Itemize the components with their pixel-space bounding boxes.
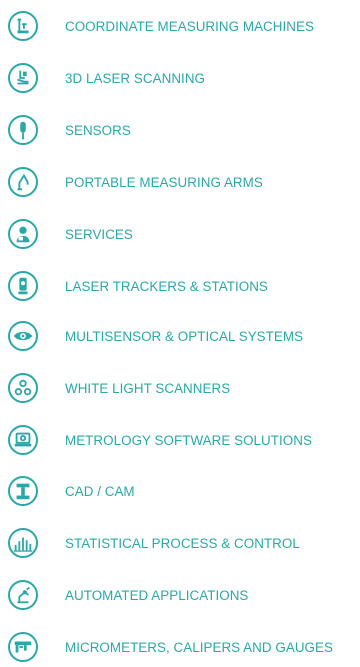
- menu-item-metrology-software-solutions[interactable]: METROLOGY SOFTWARE SOLUTIONS: [8, 420, 358, 460]
- menu-item-laser-trackers-stations[interactable]: LASER TRACKERS & STATIONS: [8, 266, 358, 306]
- menu-item-label: MULTISENSOR & OPTICAL SYSTEMS: [65, 328, 304, 344]
- menu-item-services[interactable]: SERVICES: [8, 214, 358, 254]
- measuring-arm-icon: [8, 167, 38, 197]
- menu-item-3d-laser-scanning[interactable]: 3D LASER SCANNING: [8, 58, 358, 98]
- menu-item-white-light-scanners[interactable]: WHITE LIGHT SCANNERS: [8, 368, 358, 408]
- menu-item-statistical-process-control[interactable]: STATISTICAL PROCESS & CONTROL: [8, 523, 358, 563]
- menu-item-label: MICROMETERS, CALIPERS AND GAUGES: [65, 639, 333, 655]
- menu-item-label: COORDINATE MEASURING MACHINES: [65, 18, 314, 34]
- robot-arm-icon: [8, 580, 38, 610]
- menu-item-label: SERVICES: [65, 226, 133, 242]
- menu-item-label: STATISTICAL PROCESS & CONTROL: [65, 535, 300, 551]
- laser-tracker-icon: [8, 271, 38, 301]
- service-person-icon: [8, 219, 38, 249]
- menu-item-label: PORTABLE MEASURING ARMS: [65, 174, 263, 190]
- three-circles-icon: [8, 373, 38, 403]
- menu-item-portable-measuring-arms[interactable]: PORTABLE MEASURING ARMS: [8, 162, 358, 202]
- cad-cam-icon: [8, 476, 38, 506]
- sensor-probe-icon: [8, 115, 38, 145]
- menu-item-label: 3D LASER SCANNING: [65, 70, 205, 86]
- menu-item-automated-applications[interactable]: AUTOMATED APPLICATIONS: [8, 575, 358, 615]
- menu-item-sensors[interactable]: SENSORS: [8, 110, 358, 150]
- menu-item-label: AUTOMATED APPLICATIONS: [65, 587, 249, 603]
- bar-chart-icon: [8, 528, 38, 558]
- menu-item-multisensor-optical-systems[interactable]: MULTISENSOR & OPTICAL SYSTEMS: [8, 316, 358, 356]
- menu-item-coordinate-measuring-machines[interactable]: COORDINATE MEASURING MACHINES: [8, 6, 358, 46]
- menu-item-cad-cam[interactable]: CAD / CAM: [8, 471, 358, 511]
- cmm-icon: [8, 11, 38, 41]
- eye-icon: [8, 321, 38, 351]
- menu-item-label: WHITE LIGHT SCANNERS: [65, 380, 231, 396]
- menu-item-label: LASER TRACKERS & STATIONS: [65, 278, 268, 294]
- laptop-gear-icon: [8, 425, 38, 455]
- menu-item-label: SENSORS: [65, 122, 131, 138]
- menu-item-label: METROLOGY SOFTWARE SOLUTIONS: [65, 432, 312, 448]
- caliper-icon: [8, 632, 38, 662]
- laser-scanner-hand-icon: [8, 63, 38, 93]
- menu-item-label: CAD / CAM: [65, 483, 135, 499]
- menu-item-micrometers-calipers-gauges[interactable]: MICROMETERS, CALIPERS AND GAUGES: [8, 627, 358, 667]
